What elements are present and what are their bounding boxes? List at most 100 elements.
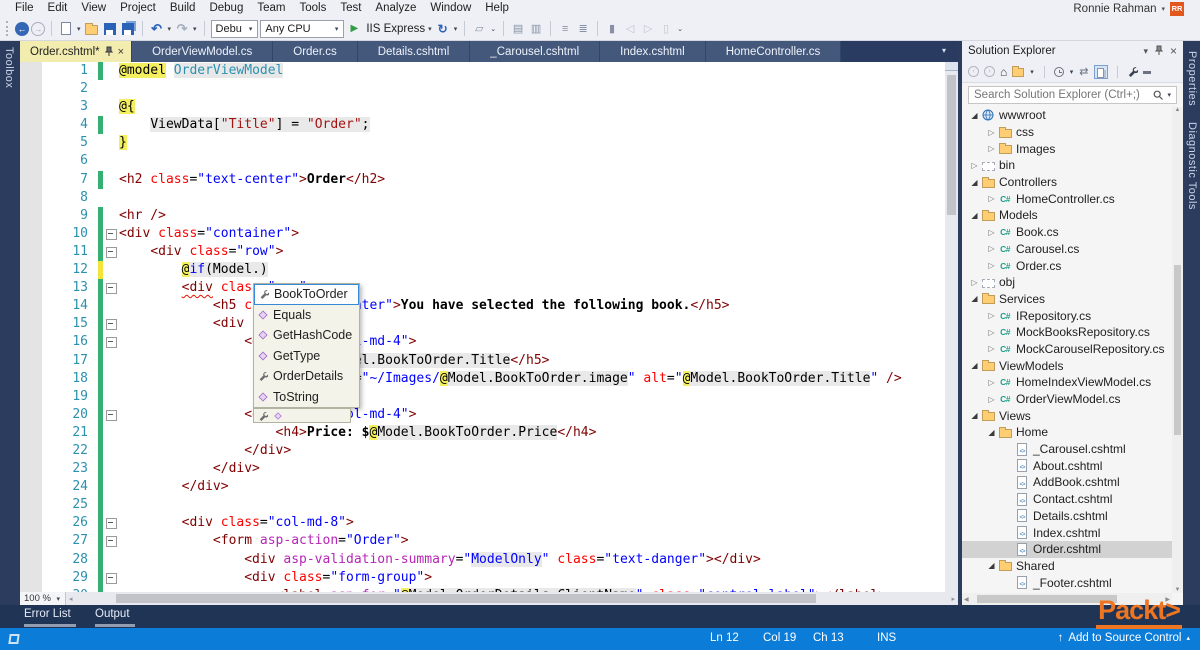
navigate-back-icon[interactable]: ← — [15, 21, 29, 36]
code-line-8[interactable]: 8 — [42, 189, 945, 207]
navigate-forward-icon[interactable]: → — [31, 21, 45, 36]
collapse-icon[interactable]: ◢ — [968, 111, 981, 120]
tree-item-mockcarouselrepository-cs[interactable]: ▷ C# MockCarouselRepository.cs — [962, 341, 1172, 358]
pending-changes-icon[interactable] — [1053, 66, 1064, 77]
code-line-10[interactable]: 10 <div class="container"> — [42, 224, 945, 243]
tree-item-css[interactable]: ▷ css — [962, 124, 1172, 141]
scroll-up-icon[interactable]: ▲ — [1175, 107, 1181, 113]
code-line-17[interactable]: 17 <h5>@Model.BookToOrder.Title</h5> — [42, 351, 945, 370]
debug-configuration-dropdown[interactable]: Debu ▾ — [210, 19, 259, 38]
property-filter-icon[interactable] — [258, 411, 268, 421]
tree-item-services[interactable]: ◢ Services — [962, 291, 1172, 308]
completion-item-gettype[interactable]: GetType — [254, 346, 359, 367]
expand-icon[interactable]: ▷ — [985, 395, 998, 404]
tree-item-home[interactable]: ◢ Home — [962, 424, 1172, 441]
editor-vertical-scrollbar[interactable] — [945, 62, 958, 592]
intellisense-filter-bar[interactable] — [253, 408, 351, 423]
side-tab-toolbox[interactable]: Toolbox — [0, 41, 18, 94]
open-folder-icon[interactable] — [85, 22, 99, 35]
save-all-icon[interactable] — [121, 22, 134, 35]
editor-horizontal-scrollbar[interactable]: 100 % ▾ ◂ ▸ — [20, 592, 958, 605]
chevron-down-icon[interactable]: ▾ — [1070, 68, 1074, 76]
properties-wrench-icon[interactable] — [1127, 66, 1138, 77]
save-icon[interactable] — [103, 22, 116, 35]
search-icon[interactable]: ▾ — [1153, 90, 1172, 101]
tree-item-obj[interactable]: ▷ obj — [962, 274, 1172, 291]
forward-icon[interactable]: › — [984, 66, 995, 77]
tree-item-homecontroller-cs[interactable]: ▷ C# HomeController.cs — [962, 190, 1172, 207]
refresh-icon[interactable]: ↻ — [435, 21, 451, 37]
fold-toggle[interactable] — [105, 532, 119, 550]
code-line-7[interactable]: 7 <h2 class="text-center">Order</h2> — [42, 170, 945, 189]
tree-item-models[interactable]: ◢ Models — [962, 207, 1172, 224]
folders-icon[interactable] — [1012, 66, 1025, 77]
fold-toggle[interactable] — [105, 315, 119, 333]
scroll-left-icon[interactable]: ◀ — [964, 596, 969, 603]
expand-icon[interactable]: ▷ — [985, 244, 998, 253]
chevron-down-icon[interactable]: ▾ — [1030, 68, 1034, 76]
scrollbar-thumb[interactable] — [1174, 265, 1181, 435]
solution-explorer-search[interactable]: ▾ — [968, 86, 1177, 104]
menu-debug[interactable]: Debug — [202, 0, 250, 17]
menu-help[interactable]: Help — [478, 0, 516, 17]
code-line-15[interactable]: 15 <div class="row"> — [42, 315, 945, 334]
tab-details-cshtml[interactable]: Details.cshtml — [357, 41, 471, 62]
tree-item-controllers[interactable]: ◢ Controllers — [962, 174, 1172, 191]
tree-item-irepository-cs[interactable]: ▷ C# IRepository.cs — [962, 307, 1172, 324]
menu-team[interactable]: Team — [250, 0, 292, 17]
tree-item-carousel-cs[interactable]: ▷ C# Carousel.cs — [962, 241, 1172, 258]
menu-edit[interactable]: Edit — [41, 0, 75, 17]
find-in-files-icon[interactable]: ▤ — [510, 21, 526, 37]
code-line-5[interactable]: 5} — [42, 134, 945, 152]
completion-item-gethashcode[interactable]: GetHashCode — [254, 325, 359, 346]
toolbar-overflow-icon[interactable]: ⌄ — [490, 25, 496, 33]
scroll-left-icon[interactable]: ◂ — [66, 595, 76, 603]
fold-toggle[interactable] — [105, 514, 119, 532]
collapse-all-icon[interactable] — [1142, 71, 1151, 74]
solution-explorer-header[interactable]: Solution Explorer ▾ × — [962, 41, 1183, 61]
completion-item-booktoorder[interactable]: BookToOrder — [254, 284, 359, 305]
tab-homecontroller-cs[interactable]: HomeController.cs — [705, 41, 842, 62]
tree-item-book-cs[interactable]: ▷ C# Book.cs — [962, 224, 1172, 241]
chevron-down-icon[interactable]: ▾ — [168, 25, 172, 33]
side-tab-diagnostic-tools[interactable]: Diagnostic Tools — [1183, 116, 1200, 216]
expand-icon[interactable]: ▷ — [985, 378, 998, 387]
panel-tab-output[interactable]: Output — [95, 608, 130, 620]
tab-index-cshtml[interactable]: Index.cshtml — [600, 41, 706, 62]
sync-with-active-document-icon[interactable]: ⇄ — [1079, 65, 1088, 78]
code-line-24[interactable]: 24 </div> — [42, 478, 945, 497]
tab-order-cshtml[interactable]: Order.cshtml* × — [20, 41, 133, 62]
close-icon[interactable]: × — [1170, 44, 1177, 58]
run-target-label[interactable]: IIS Express — [366, 23, 425, 35]
user-account[interactable]: Ronnie Rahman ▾ RR — [1073, 0, 1184, 17]
collapse-icon[interactable]: ◢ — [968, 211, 981, 220]
tree-item-addbook-cshtml[interactable]: AddBook.cshtml — [962, 474, 1172, 491]
menu-analyze[interactable]: Analyze — [368, 0, 423, 17]
expand-icon[interactable]: ▷ — [968, 161, 981, 170]
chevron-down-icon[interactable]: ▾ — [454, 25, 458, 33]
toolbar-grip[interactable] — [6, 21, 10, 36]
tree-item-index-cshtml[interactable]: Index.cshtml — [962, 524, 1172, 541]
platform-dropdown[interactable]: Any CPU ▾ — [260, 19, 345, 38]
tab-carousel-cshtml[interactable]: _Carousel.cshtml — [470, 41, 601, 62]
side-tab-properties[interactable]: Properties — [1183, 45, 1200, 112]
code-line-29[interactable]: 29 <div class="form-group"> — [42, 568, 945, 587]
next-bookmark-icon[interactable]: ▷ — [640, 21, 656, 37]
scrollbar-track[interactable] — [76, 592, 949, 605]
tree-item-contact-cshtml[interactable]: Contact.cshtml — [962, 491, 1172, 508]
fold-toggle[interactable] — [105, 243, 119, 261]
chevron-down-icon[interactable]: ▾ — [193, 25, 197, 33]
navigate-to-icon[interactable]: ▱ — [471, 21, 487, 37]
tree-item-shared[interactable]: ◢ Shared — [962, 558, 1172, 575]
pin-icon[interactable] — [1154, 45, 1164, 57]
chevron-down-icon[interactable]: ▾ — [1143, 46, 1148, 57]
expand-icon[interactable]: ▷ — [985, 144, 998, 153]
expand-icon[interactable]: ▷ — [985, 344, 998, 353]
prev-bookmark-icon[interactable]: ◁ — [622, 21, 638, 37]
tree-item-orderviewmodel-cs[interactable]: ▷ C# OrderViewModel.cs — [962, 391, 1172, 408]
clear-bookmarks-icon[interactable]: ▯ — [658, 21, 674, 37]
menu-test[interactable]: Test — [333, 0, 368, 17]
fold-toggle[interactable] — [105, 406, 119, 424]
collapse-icon[interactable]: ◢ — [985, 561, 998, 570]
expand-icon[interactable]: ▷ — [985, 228, 998, 237]
